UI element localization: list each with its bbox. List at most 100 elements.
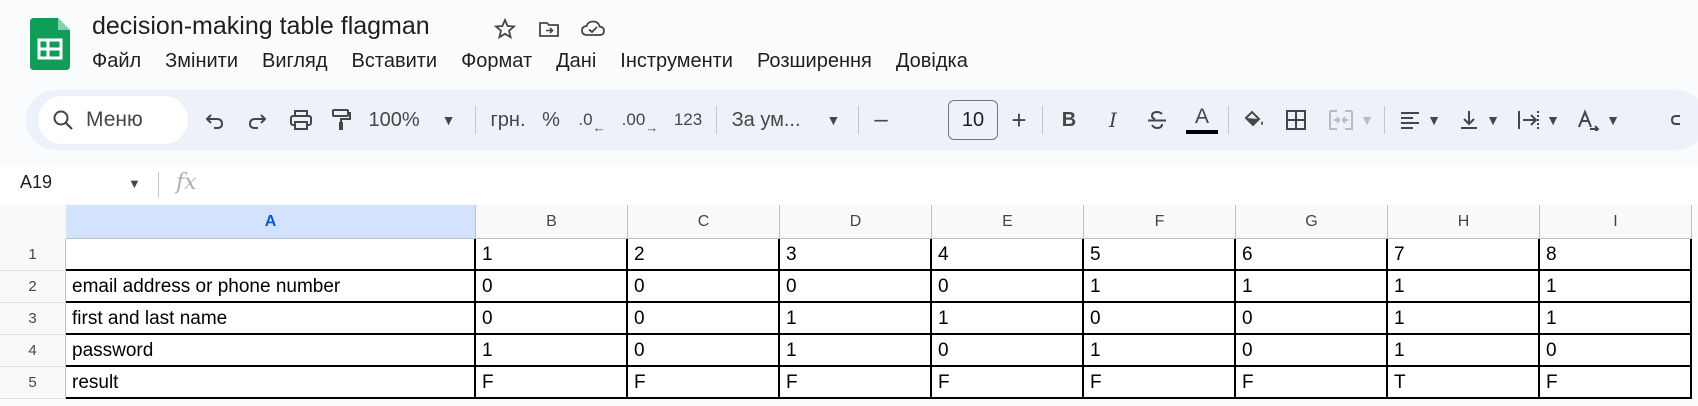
menu-tools[interactable]: Інструменти (608, 46, 745, 76)
cell-e2[interactable]: 0 (932, 271, 1084, 303)
decrease-font-size-button[interactable]: – (866, 98, 896, 142)
cell-f2[interactable]: 1 (1084, 271, 1236, 303)
menu-extensions[interactable]: Розширення (745, 46, 884, 76)
more-formats-button[interactable]: 123 (668, 98, 708, 142)
star-icon[interactable] (490, 14, 520, 44)
menu-format[interactable]: Формат (449, 46, 544, 76)
redo-icon[interactable] (240, 98, 274, 142)
cell-a2[interactable]: email address or phone number (66, 271, 476, 303)
cell-f4[interactable]: 1 (1084, 335, 1236, 367)
cell-b5[interactable]: F (476, 367, 628, 399)
cell-f1[interactable]: 5 (1084, 239, 1236, 271)
link-icon[interactable] (1666, 98, 1696, 142)
column-header-f[interactable]: F (1084, 205, 1236, 239)
cell-e4[interactable]: 0 (932, 335, 1084, 367)
font-size-input[interactable]: 10 (948, 100, 998, 140)
cell-f5[interactable]: F (1084, 367, 1236, 399)
text-wrapping-icon[interactable]: ▼ (1510, 98, 1566, 142)
italic-button[interactable]: I (1096, 98, 1130, 142)
formula-input[interactable] (210, 170, 1690, 200)
bold-button[interactable]: B (1052, 98, 1086, 142)
cell-c1[interactable]: 2 (628, 239, 780, 271)
increase-decimal-button[interactable]: .00 → (618, 98, 662, 142)
menu-edit[interactable]: Змінити (153, 46, 250, 76)
strikethrough-icon[interactable] (1140, 98, 1174, 142)
document-title[interactable]: decision-making table flagman (92, 12, 430, 41)
cell-h5[interactable]: T (1388, 367, 1540, 399)
cell-e3[interactable]: 1 (932, 303, 1084, 335)
row-header-4[interactable]: 4 (0, 335, 66, 367)
column-header-c[interactable]: C (628, 205, 780, 239)
cell-g5[interactable]: F (1236, 367, 1388, 399)
cell-e1[interactable]: 4 (932, 239, 1084, 271)
cell-i4[interactable]: 0 (1540, 335, 1692, 367)
cell-a4[interactable]: password (66, 335, 476, 367)
menu-file[interactable]: Файл (80, 46, 153, 76)
cell-g2[interactable]: 1 (1236, 271, 1388, 303)
cell-i5[interactable]: F (1540, 367, 1692, 399)
fill-color-icon[interactable] (1236, 98, 1272, 142)
cell-e5[interactable]: F (932, 367, 1084, 399)
cell-h3[interactable]: 1 (1388, 303, 1540, 335)
cell-d3[interactable]: 1 (780, 303, 932, 335)
row-header-1[interactable]: 1 (0, 239, 66, 271)
move-to-folder-icon[interactable] (534, 14, 564, 44)
row-header-5[interactable]: 5 (0, 367, 66, 399)
column-header-e[interactable]: E (932, 205, 1084, 239)
cell-i1[interactable]: 8 (1540, 239, 1692, 271)
cell-c5[interactable]: F (628, 367, 780, 399)
cell-c2[interactable]: 0 (628, 271, 780, 303)
increase-font-size-button[interactable]: + (1004, 98, 1034, 142)
cell-c4[interactable]: 0 (628, 335, 780, 367)
select-all-corner[interactable] (0, 205, 67, 240)
column-header-h[interactable]: H (1388, 205, 1540, 239)
text-rotation-icon[interactable]: ▼ (1570, 98, 1626, 142)
cell-b2[interactable]: 0 (476, 271, 628, 303)
cell-h1[interactable]: 7 (1388, 239, 1540, 271)
percent-format-button[interactable]: % (536, 98, 566, 142)
cell-g1[interactable]: 6 (1236, 239, 1388, 271)
cell-h4[interactable]: 1 (1388, 335, 1540, 367)
cell-h2[interactable]: 1 (1388, 271, 1540, 303)
column-header-a[interactable]: A (66, 205, 476, 239)
menu-help[interactable]: Довідка (884, 46, 980, 76)
cell-g4[interactable]: 0 (1236, 335, 1388, 367)
currency-format-button[interactable]: грн. (486, 98, 530, 142)
cell-f3[interactable]: 0 (1084, 303, 1236, 335)
cell-a1[interactable] (66, 239, 476, 271)
chevron-down-icon[interactable]: ▼ (128, 176, 141, 191)
column-header-d[interactable]: D (780, 205, 932, 239)
undo-icon[interactable] (198, 98, 232, 142)
column-header-i[interactable]: I (1540, 205, 1692, 239)
cell-d4[interactable]: 1 (780, 335, 932, 367)
zoom-select[interactable]: 100% ▼ (356, 98, 468, 142)
cell-d2[interactable]: 0 (780, 271, 932, 303)
cell-b4[interactable]: 1 (476, 335, 628, 367)
text-color-button[interactable]: A (1182, 98, 1222, 142)
menu-data[interactable]: Дані (544, 46, 608, 76)
cell-c3[interactable]: 0 (628, 303, 780, 335)
row-header-2[interactable]: 2 (0, 271, 66, 303)
column-header-g[interactable]: G (1236, 205, 1388, 239)
menu-search[interactable]: Меню (38, 96, 188, 144)
decrease-decimal-button[interactable]: .0 ← (572, 98, 612, 142)
cell-b1[interactable]: 1 (476, 239, 628, 271)
horizontal-align-icon[interactable]: ▼ (1392, 98, 1448, 142)
column-header-b[interactable]: B (476, 205, 628, 239)
sheets-logo-icon[interactable] (30, 18, 70, 70)
cell-d1[interactable]: 3 (780, 239, 932, 271)
print-icon[interactable] (284, 98, 318, 142)
paint-format-icon[interactable] (324, 98, 358, 142)
menu-view[interactable]: Вигляд (250, 46, 340, 76)
name-box[interactable]: A19 (20, 172, 52, 193)
vertical-align-icon[interactable]: ▼ (1452, 98, 1506, 142)
cell-g3[interactable]: 0 (1236, 303, 1388, 335)
cell-a5[interactable]: result (66, 367, 476, 399)
cloud-saved-icon[interactable] (578, 14, 608, 44)
cell-i3[interactable]: 1 (1540, 303, 1692, 335)
cell-b3[interactable]: 0 (476, 303, 628, 335)
cell-i2[interactable]: 1 (1540, 271, 1692, 303)
cell-d5[interactable]: F (780, 367, 932, 399)
cell-a3[interactable]: first and last name (66, 303, 476, 335)
font-select[interactable]: За ум... ▼ (726, 98, 846, 142)
